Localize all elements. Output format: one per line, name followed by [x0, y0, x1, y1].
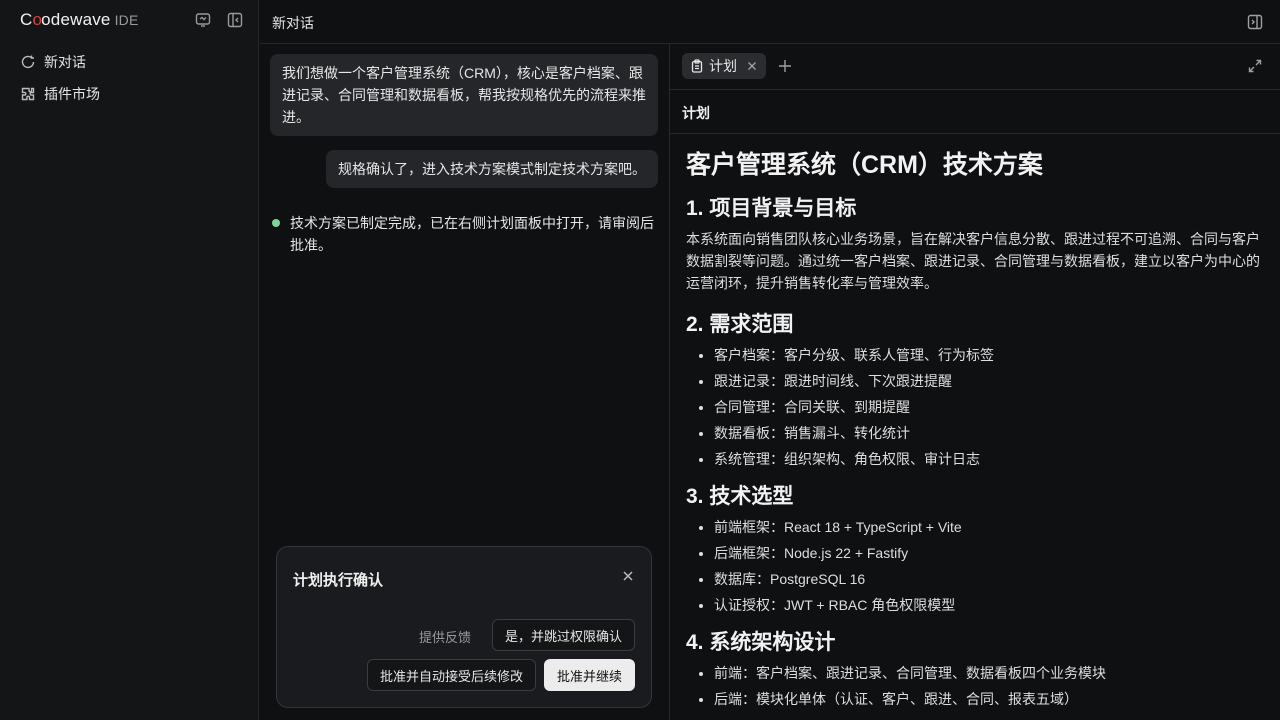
section-heading: 1. 项目背景与目标 — [686, 197, 857, 220]
section-heading: 4. 系统架构设计 — [686, 631, 836, 654]
list-item: 系统管理：组织架构、角色权限、审计日志 — [714, 446, 1271, 472]
list-item: 数据库：PostgreSQL 16 — [714, 566, 1271, 592]
approve-skip-permission-button[interactable]: 是，并跳过权限确认 — [492, 619, 635, 651]
section-heading: 3. 技术选型 — [686, 485, 794, 508]
doc-title: 客户管理系统（CRM）技术方案 — [686, 151, 1043, 179]
status-dot — [272, 219, 280, 227]
list-item: 客户档案：客户分级、联系人管理、行为标签 — [714, 342, 1271, 368]
close-tab-icon[interactable] — [746, 60, 758, 72]
sidebar-item-plugin-market[interactable]: 插件市场 — [20, 82, 100, 106]
plugin-icon — [21, 87, 35, 101]
expand-icon[interactable] — [1247, 58, 1263, 74]
plan-confirm-dialog: 计划执行确认 提供反馈 是，并跳过权限确认 批准并自动接受后续修改 批准并继续 — [276, 546, 652, 708]
panel-tabbar: 计划 — [670, 44, 1280, 90]
close-icon[interactable] — [621, 569, 635, 583]
list-item: 跟进记录：跟进时间线、下次跟进提醒 — [714, 368, 1271, 394]
clipboard-icon — [691, 59, 703, 73]
toggle-panel-icon[interactable] — [1246, 13, 1264, 31]
sidebar-item-new-chat[interactable]: 新对话 — [20, 50, 86, 74]
list-item: 前端框架：React 18 + TypeScript + Vite — [714, 514, 1271, 540]
collapse-sidebar-icon[interactable] — [226, 11, 244, 29]
tab-plan[interactable]: 计划 — [682, 53, 766, 79]
list-item: 合同管理：合同关联、到期提醒 — [714, 394, 1271, 420]
dialog-title: 计划执行确认 — [293, 572, 384, 589]
approve-continue-button[interactable]: 批准并继续 — [544, 659, 635, 691]
approve-auto-accept-button[interactable]: 批准并自动接受后续修改 — [367, 659, 536, 691]
user-message: 规格确认了，进入技术方案模式制定技术方案吧。 — [326, 150, 658, 188]
assistant-message-text: 技术方案已制定完成，已在右侧计划面板中打开，请审阅后批准。 — [290, 215, 654, 253]
add-tab-icon[interactable] — [776, 57, 794, 75]
section-list: 前端：客户档案、跟进记录、合同管理、数据看板四个业务模块 后端：模块化单体（认证… — [686, 660, 1271, 712]
panel-subheader: 计划 — [670, 90, 1280, 134]
user-message: 我们想做一个客户管理系统（CRM），核心是客户档案、跟进记录、合同管理和数据看板… — [270, 54, 658, 136]
page-title: 新对话 — [272, 15, 314, 31]
tab-label: 计划 — [709, 58, 737, 74]
section-list: 客户档案：客户分级、联系人管理、行为标签 跟进记录：跟进时间线、下次跟进提醒 合… — [686, 342, 1271, 472]
top-header: 新对话 — [260, 0, 1280, 44]
app-logo: Coodewave IDE — [20, 10, 139, 29]
section-list: 前端框架：React 18 + TypeScript + Vite 后端框架：N… — [686, 514, 1271, 618]
list-item: 后端框架：Node.js 22 + Fastify — [714, 540, 1271, 566]
sidebar-item-label: 插件市场 — [44, 86, 100, 102]
feedback-icon[interactable] — [194, 11, 212, 29]
new-chat-icon — [21, 55, 35, 69]
section-paragraph: 本系统面向销售团队核心业务场景，旨在解决客户信息分散、跟进过程不可追溯、合同与客… — [686, 231, 1260, 291]
list-item: 前端：客户档案、跟进记录、合同管理、数据看板四个业务模块 — [714, 660, 1271, 686]
assistant-message: 技术方案已制定完成，已在右侧计划面板中打开，请审阅后批准。 — [272, 212, 657, 256]
sidebar: Coodewave IDE 新对话 插件市场 — [0, 0, 259, 720]
sidebar-item-label: 新对话 — [44, 54, 86, 70]
section-heading: 2. 需求范围 — [686, 313, 794, 336]
panel-subheader-title: 计划 — [682, 105, 710, 121]
list-item: 数据看板：销售漏斗、转化统计 — [714, 420, 1271, 446]
list-item: 后端：模块化单体（认证、客户、跟进、合同、报表五域） — [714, 686, 1271, 712]
plan-panel: 计划 计划 客户管理系统（CRM）技术方案 1. 项目背景与目标 本系统面向销售… — [669, 44, 1280, 720]
feedback-link[interactable]: 提供反馈 — [419, 627, 471, 646]
plan-document: 客户管理系统（CRM）技术方案 1. 项目背景与目标 本系统面向销售团队核心业务… — [686, 134, 1271, 712]
list-item: 认证授权：JWT + RBAC 角色权限模型 — [714, 592, 1271, 618]
